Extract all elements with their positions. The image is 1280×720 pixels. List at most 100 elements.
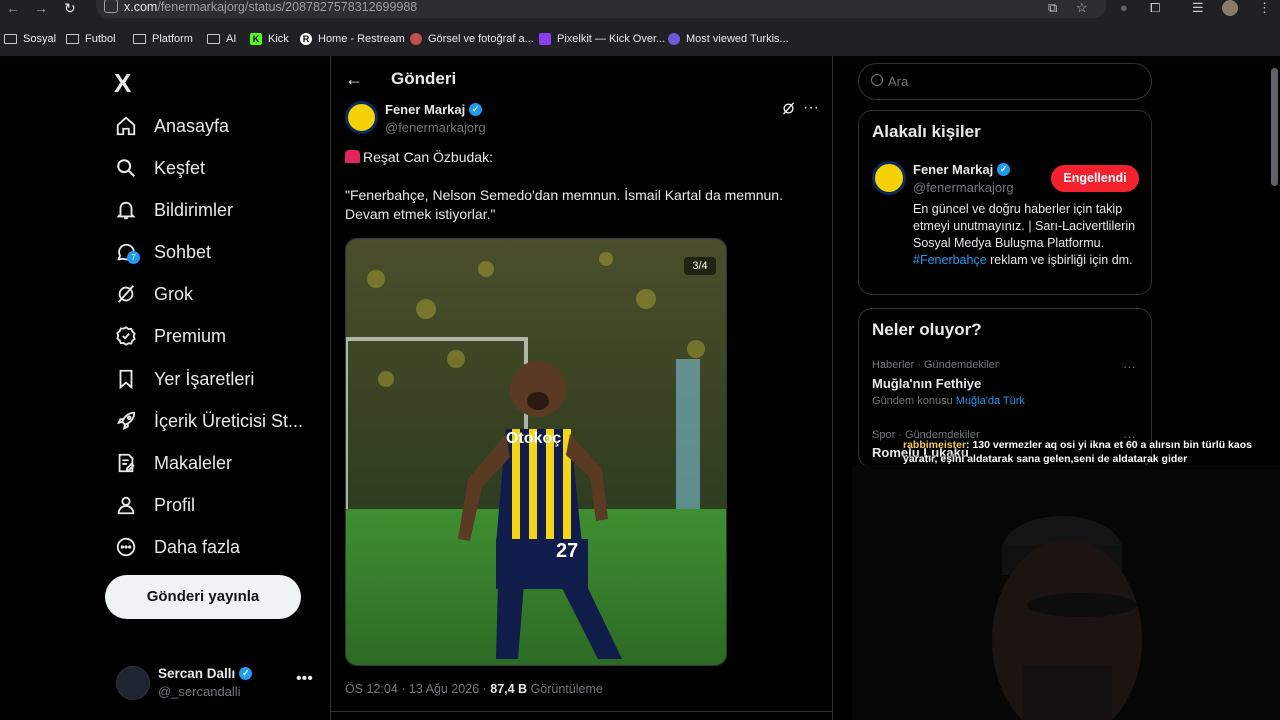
post-column: ← Gönderi Fener Markaj ✓ @fenermarkajorg … bbox=[330, 56, 833, 720]
address-bar[interactable]: x.com/fenermarkajorg/status/208782757831… bbox=[96, 0, 1106, 18]
related-name[interactable]: Fener Markaj bbox=[913, 162, 993, 177]
account-name: Sercan Dallı bbox=[158, 666, 236, 681]
post-quote: "Fenerbahçe, Nelson Semedo'dan memnun. İ… bbox=[345, 187, 783, 222]
post-text: Reşat Can Özbudak: "Fenerbahçe, Nelson S… bbox=[345, 148, 815, 243]
left-sidebar: X Anasayfa Keşfet Bildirimler Sohbet Gro… bbox=[0, 56, 330, 720]
install-app-icon[interactable]: ⧉ bbox=[1048, 0, 1057, 16]
account-handle: @_sercandalli bbox=[158, 684, 241, 699]
author-name[interactable]: Fener Markaj bbox=[385, 102, 465, 117]
folder-icon bbox=[66, 34, 79, 44]
article-icon bbox=[114, 451, 138, 475]
site-info-icon[interactable] bbox=[104, 0, 118, 13]
nav-label: Grok bbox=[154, 283, 194, 304]
nav-label: Keşfet bbox=[154, 157, 206, 178]
folder-icon bbox=[207, 34, 220, 44]
bookmark-platform[interactable]: Platform bbox=[133, 30, 193, 48]
player-photo: Otokoç 27 bbox=[346, 239, 726, 665]
trend-title[interactable]: Muğla'nın Fethiye bbox=[872, 376, 981, 391]
notification-count-badge: 7 bbox=[127, 251, 140, 264]
bookmark-ai[interactable]: AI bbox=[207, 30, 236, 48]
bookmark-gorsel[interactable]: Görsel ve fotoğraf a... bbox=[410, 30, 534, 48]
author-handle[interactable]: @fenermarkajorg bbox=[385, 120, 486, 135]
bookmark-label: Home - Restream bbox=[318, 33, 405, 45]
bookmark-sosyal[interactable]: Sosyal bbox=[4, 30, 56, 48]
verified-badge-icon bbox=[114, 324, 138, 348]
person-icon bbox=[114, 493, 138, 517]
siren-emoji-icon bbox=[345, 150, 360, 163]
related-bio: En güncel ve doğru haberler için takip e… bbox=[913, 201, 1141, 269]
trend-meta: Haberler · Gündemdekiler bbox=[872, 359, 999, 371]
bookmark-futbol[interactable]: Futbol bbox=[66, 30, 116, 48]
nav-label: Yer İşaretleri bbox=[154, 368, 255, 389]
bookmark-most-viewed[interactable]: Most viewed Turkis... bbox=[668, 30, 789, 48]
grok-explain-icon[interactable] bbox=[781, 101, 796, 120]
nav-label: Profil bbox=[154, 494, 196, 515]
nav-label: Daha fazla bbox=[154, 536, 241, 557]
bookmark-restream[interactable]: R Home - Restream bbox=[300, 30, 405, 48]
more-circle-icon bbox=[114, 535, 138, 559]
more-dots-icon[interactable]: ••• bbox=[296, 670, 313, 688]
trend-sub-label: Gündem konusu bbox=[872, 395, 956, 407]
nav-item-more[interactable]: Daha fazla bbox=[114, 532, 240, 562]
search-placeholder: Ara bbox=[888, 74, 909, 89]
profile-dot-icon[interactable]: ● bbox=[1120, 0, 1128, 16]
views-label: Görüntüleme bbox=[527, 682, 603, 696]
nav-label: Premium bbox=[154, 325, 227, 346]
bookmark-label: Kick bbox=[268, 33, 289, 45]
forward-nav-icon[interactable]: → bbox=[34, 0, 48, 17]
browser-avatar[interactable] bbox=[1222, 0, 1238, 16]
nav-item-creator-studio[interactable]: İçerik Üreticisi St... bbox=[114, 406, 303, 436]
bio-text: En güncel ve doğru haberler için takip e… bbox=[913, 202, 1136, 250]
reading-list-icon[interactable]: ☰ bbox=[1192, 0, 1204, 16]
nav-item-notifications[interactable]: Bildirimler bbox=[114, 195, 233, 225]
reload-icon[interactable]: ↻ bbox=[64, 0, 76, 17]
bookmark-label: Sosyal bbox=[23, 33, 57, 45]
nav-item-bookmarks[interactable]: Yer İşaretleri bbox=[114, 364, 254, 394]
blocked-button[interactable]: Engellendi bbox=[1051, 165, 1139, 192]
post-image[interactable]: Otokoç 27 3/4 bbox=[345, 238, 727, 666]
verified-check-icon: ✓ bbox=[469, 103, 483, 116]
back-nav-icon[interactable]: ← bbox=[6, 0, 20, 17]
bookmark-pixelkit[interactable]: Pixelkit — Kick Over... bbox=[539, 30, 665, 48]
card-title: Neler oluyor? bbox=[872, 320, 982, 339]
bell-icon bbox=[114, 198, 138, 222]
author-avatar[interactable] bbox=[345, 101, 378, 134]
search-input[interactable]: Ara bbox=[858, 63, 1152, 100]
post-quote-source: Reşat Can Özbudak: bbox=[363, 149, 493, 165]
trend-sub: Gündem konusu Muğla'da Türk bbox=[872, 395, 1025, 407]
globe-icon bbox=[668, 33, 680, 45]
bookmark-label: AI bbox=[226, 33, 237, 45]
post-more-icon[interactable]: ··· bbox=[803, 99, 819, 117]
nav-item-premium[interactable]: Premium bbox=[114, 321, 226, 351]
search-icon bbox=[114, 156, 138, 180]
bookmark-label: Görsel ve fotoğraf a... bbox=[428, 33, 534, 45]
trend-more-icon[interactable]: ··· bbox=[1123, 359, 1136, 374]
browser-chrome: ← → ↻ x.com/fenermarkajorg/status/208782… bbox=[0, 0, 1280, 56]
trend-sub-link[interactable]: Muğla'da Türk bbox=[956, 395, 1025, 407]
related-avatar[interactable] bbox=[872, 161, 906, 195]
pixelkit-icon bbox=[539, 33, 551, 45]
grok-icon bbox=[114, 282, 138, 306]
bookmark-star-icon[interactable]: ☆ bbox=[1076, 0, 1088, 16]
url-path: /fenermarkajorg/status/20878275783126999… bbox=[157, 0, 418, 14]
image-counter: 3/4 bbox=[684, 257, 716, 275]
x-logo[interactable]: X bbox=[114, 68, 131, 99]
webcam-image bbox=[852, 465, 1280, 720]
nav-item-articles[interactable]: Makaleler bbox=[114, 448, 232, 478]
bio-hashtag[interactable]: #Fenerbahçe bbox=[913, 253, 987, 267]
menu-kebab-icon[interactable]: ⋮ bbox=[1258, 0, 1271, 16]
nav-label: İçerik Üreticisi St... bbox=[154, 410, 304, 431]
nav-item-profile[interactable]: Profil bbox=[114, 490, 195, 520]
bookmark-label: Most viewed Turkis... bbox=[686, 33, 789, 45]
views-count: 87,4 B bbox=[490, 682, 528, 696]
post-button[interactable]: Gönderi yayınla bbox=[105, 575, 301, 619]
extensions-icon[interactable]: ⧠ bbox=[1150, 0, 1160, 16]
account-switcher[interactable]: Sercan Dallı ✓ @_sercandalli ••• bbox=[114, 664, 324, 704]
post-time[interactable]: ÖS 12:04 · 13 Ağu 2026 · bbox=[345, 682, 490, 696]
nav-item-explore[interactable]: Keşfet bbox=[114, 153, 205, 183]
back-arrow-icon[interactable]: ← bbox=[345, 69, 363, 90]
scrollbar-thumb[interactable] bbox=[1271, 68, 1278, 186]
bookmark-kick[interactable]: K Kick bbox=[250, 30, 289, 48]
nav-item-home[interactable]: Anasayfa bbox=[114, 111, 229, 141]
nav-item-grok[interactable]: Grok bbox=[114, 279, 193, 309]
